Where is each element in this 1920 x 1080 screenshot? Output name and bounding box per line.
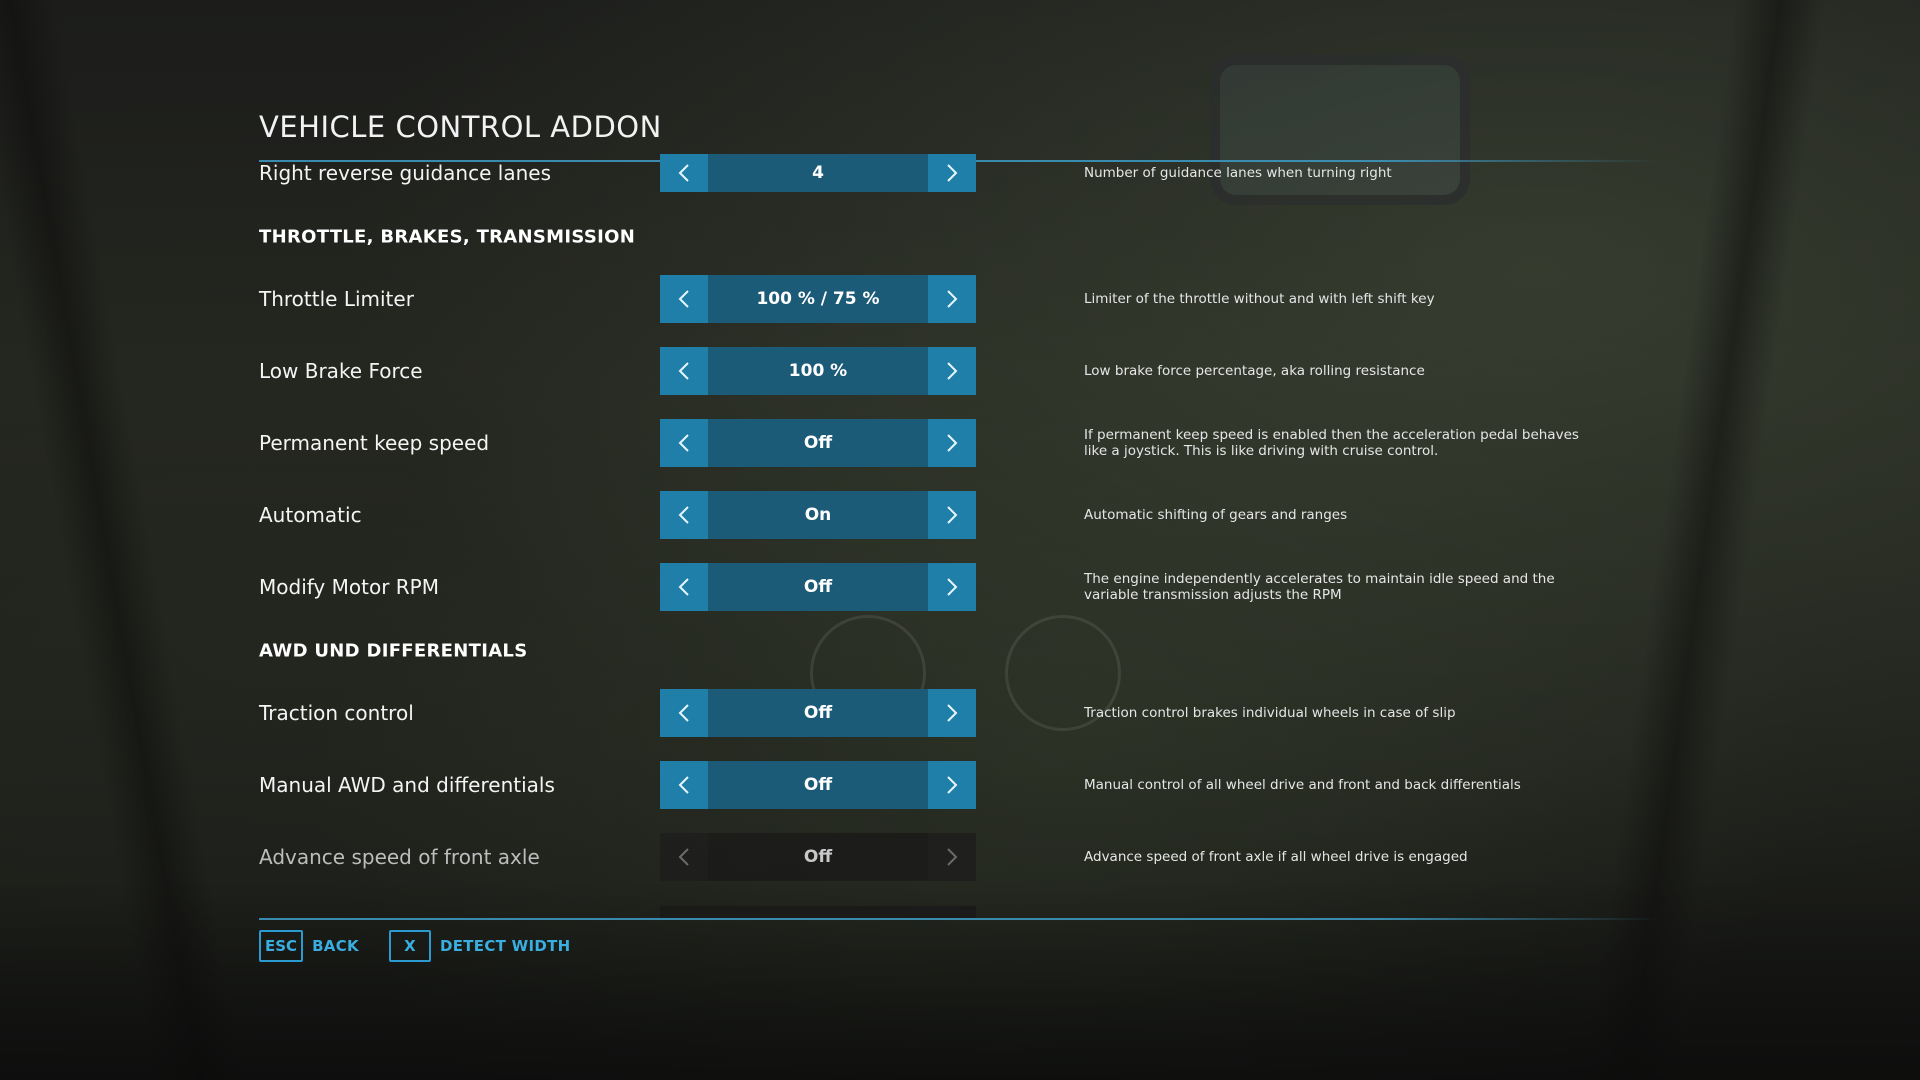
setting-stepper-advance-speed-of-front-axle[interactable]: Off (660, 833, 976, 881)
chevron-left-icon[interactable] (660, 347, 708, 395)
chevron-left-icon[interactable] (660, 154, 708, 192)
setting-value: Off (708, 419, 928, 467)
chevron-right-icon[interactable] (928, 833, 976, 881)
setting-stepper-traction-control[interactable]: Off (660, 689, 976, 737)
setting-stepper-modify-motor-rpm[interactable]: Off (660, 563, 976, 611)
chevron-right-icon[interactable] (928, 761, 976, 809)
setting-stepper-automatic[interactable]: On (660, 491, 976, 539)
setting-label-manual-awd-and-differentials: Manual AWD and differentials (259, 773, 555, 797)
chevron-right-icon[interactable] (928, 689, 976, 737)
setting-description: Automatic shifting of gears and ranges (1084, 507, 1348, 523)
esc-key-hint[interactable]: ESC (259, 930, 304, 962)
setting-description: If permanent keep speed is enabled then … (1084, 427, 1579, 459)
chevron-left-icon[interactable] (660, 761, 708, 809)
chevron-right-icon[interactable] (928, 275, 976, 323)
setting-description: Number of guidance lanes when turning ri… (1084, 165, 1392, 181)
setting-description: Limiter of the throttle without and with… (1084, 291, 1435, 307)
back-button[interactable]: BACK (312, 937, 359, 955)
setting-value: 100 % / 75 % (708, 275, 928, 323)
chevron-left-icon[interactable] (660, 275, 708, 323)
chevron-left-icon[interactable] (660, 833, 708, 881)
setting-label-advance-speed-of-front-axle: Advance speed of front axle (259, 845, 540, 869)
setting-description: The engine independently accelerates to … (1084, 571, 1555, 603)
footer-divider (259, 918, 1659, 920)
setting-value: 4 (708, 154, 928, 192)
setting-description: Low brake force percentage, aka rolling … (1084, 363, 1425, 379)
chevron-right-icon[interactable] (928, 491, 976, 539)
setting-label-traction-control: Traction control (259, 701, 414, 725)
chevron-right-icon[interactable] (928, 563, 976, 611)
setting-stepper-low-brake-force[interactable]: 100 % (660, 347, 976, 395)
setting-stepper-permanent-keep-speed[interactable]: Off (660, 419, 976, 467)
section-heading: AWD UND DIFFERENTIALS (259, 640, 528, 662)
chevron-right-icon[interactable] (928, 347, 976, 395)
setting-label-throttle-limiter: Throttle Limiter (259, 287, 414, 311)
setting-label-automatic: Automatic (259, 503, 362, 527)
next-setting-stepper-partial (660, 906, 976, 918)
chevron-left-icon[interactable] (660, 491, 708, 539)
setting-label-right-reverse-guidance-lanes: Right reverse guidance lanes (259, 161, 551, 185)
setting-label-modify-motor-rpm: Modify Motor RPM (259, 575, 439, 599)
chevron-left-icon[interactable] (660, 419, 708, 467)
setting-value: Off (708, 761, 928, 809)
setting-value: Off (708, 563, 928, 611)
setting-description: Advance speed of front axle if all wheel… (1084, 849, 1468, 865)
chevron-left-icon[interactable] (660, 689, 708, 737)
setting-value: Off (708, 833, 928, 881)
footer-bar: ESC BACK X DETECT WIDTH (259, 930, 601, 962)
chevron-left-icon[interactable] (660, 563, 708, 611)
setting-stepper-right-reverse-guidance-lanes[interactable]: 4 (660, 154, 976, 192)
setting-stepper-throttle-limiter[interactable]: 100 % / 75 % (660, 275, 976, 323)
detect-width-button[interactable]: DETECT WIDTH (440, 937, 571, 955)
setting-description: Manual control of all wheel drive and fr… (1084, 777, 1521, 793)
setting-description: Traction control brakes individual wheel… (1084, 705, 1456, 721)
x-key-hint[interactable]: X (388, 930, 431, 962)
setting-label-permanent-keep-speed: Permanent keep speed (259, 431, 490, 455)
setting-value: Off (708, 689, 928, 737)
chevron-right-icon[interactable] (928, 419, 976, 467)
setting-stepper-manual-awd-and-differentials[interactable]: Off (660, 761, 976, 809)
setting-value: 100 % (708, 347, 928, 395)
section-heading: THROTTLE, BRAKES, TRANSMISSION (259, 226, 636, 248)
setting-value: On (708, 491, 928, 539)
chevron-right-icon[interactable] (928, 154, 976, 192)
setting-label-low-brake-force: Low Brake Force (259, 359, 423, 383)
